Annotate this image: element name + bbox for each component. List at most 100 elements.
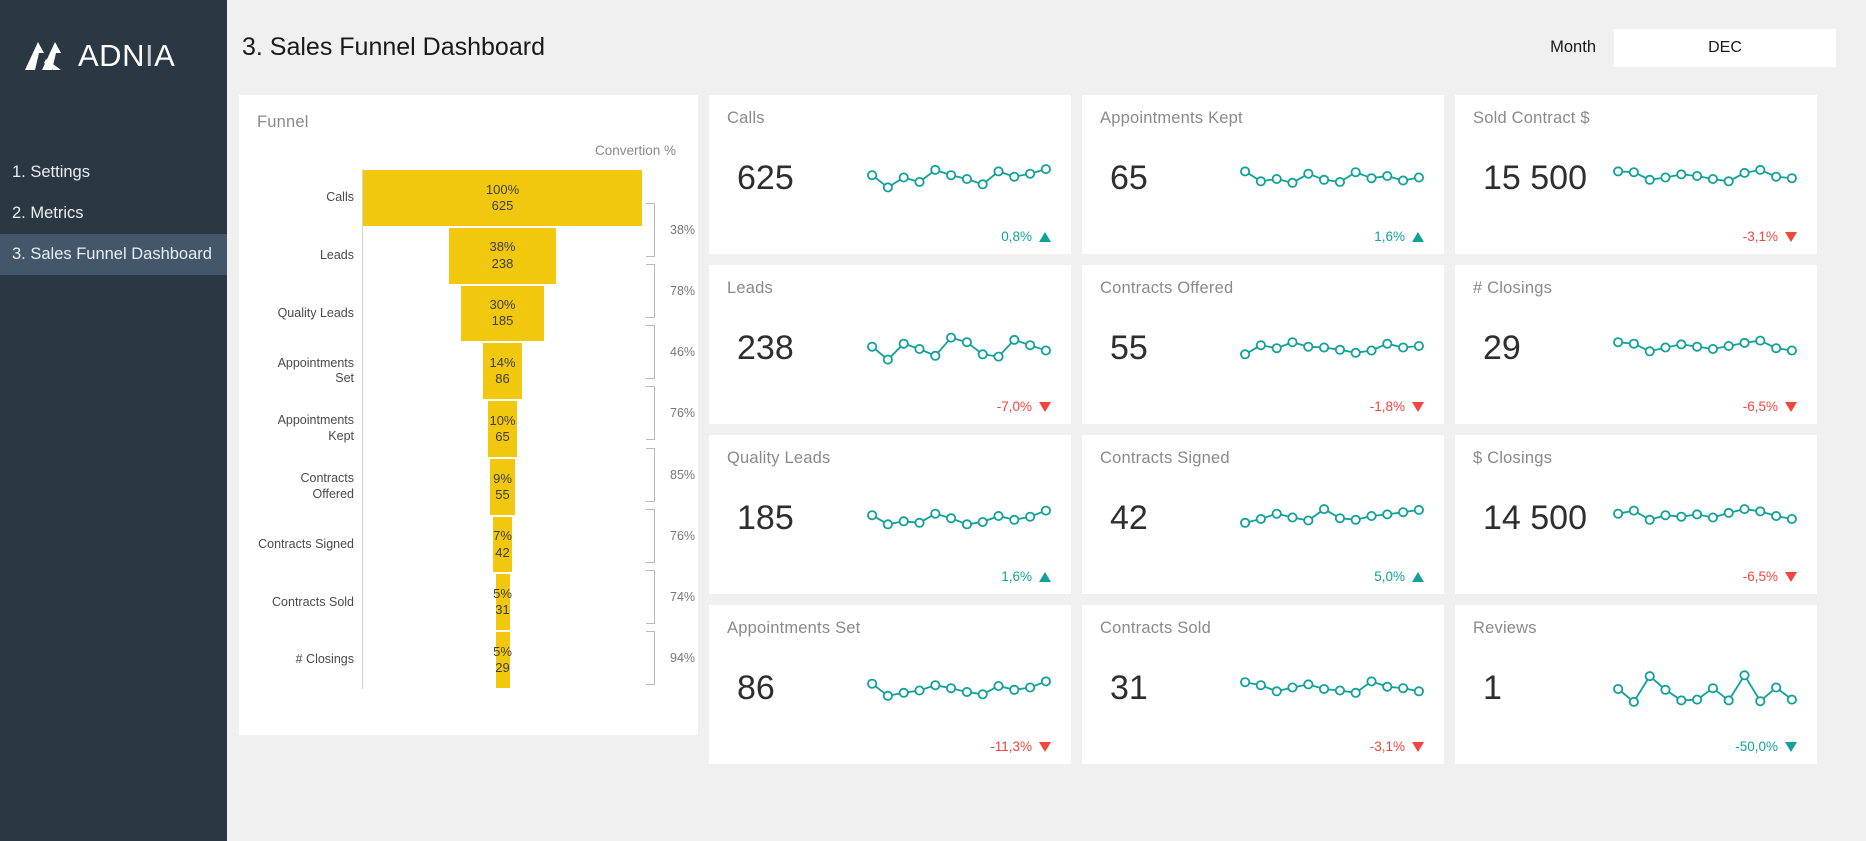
sidebar-item-label: 1. Settings	[12, 163, 90, 182]
month-filter: Month DEC	[1550, 29, 1836, 67]
conversion-value: 94%	[670, 651, 695, 665]
sidebar-item-sales-funnel-dashboard[interactable]: 3. Sales Funnel Dashboard	[0, 234, 227, 275]
funnel-bar-value: 238	[492, 256, 514, 272]
page-title: 3. Sales Funnel Dashboard	[242, 33, 545, 62]
funnel-bar-value: 55	[495, 487, 509, 503]
kpi-delta-row: -6,5%	[1473, 399, 1799, 414]
month-select[interactable]: DEC	[1614, 29, 1836, 67]
kpi-column-1: Calls6250,8%Leads238-7,0%Quality Leads18…	[709, 95, 1071, 764]
kpi-value: 625	[737, 159, 855, 198]
kpi-card-body: 625	[727, 128, 1053, 229]
kpi-delta-row: -6,5%	[1473, 569, 1799, 584]
funnel-label: Calls	[257, 169, 362, 227]
kpi-value: 238	[737, 329, 855, 368]
funnel-bar-value: 31	[495, 602, 509, 618]
triangle-up-icon	[1039, 572, 1051, 582]
funnel-label: Contracts Offered	[257, 458, 362, 516]
brand-part-3: A	[154, 38, 175, 73]
funnel-category-labels: CallsLeadsQuality LeadsAppointments SetA…	[257, 169, 362, 689]
kpi-card: Leads 238 -7,0%	[709, 265, 1071, 424]
funnel-bar: 10%65	[488, 401, 517, 457]
conversion-bracket-icon	[646, 509, 655, 563]
kpi-card-title: Leads	[727, 279, 1053, 298]
funnel-row: 100%625	[363, 169, 642, 227]
kpi-card-title: Appointments Set	[727, 619, 1053, 638]
kpi-card: Contracts Signed425,0%	[1082, 435, 1444, 594]
kpi-delta-value: -6,5%	[1743, 399, 1778, 414]
funnel-bar-percent: 5%	[493, 586, 512, 602]
funnel-bar: 38%238	[449, 228, 555, 284]
sidebar-nav: 1. Settings 2. Metrics 3. Sales Funnel D…	[0, 152, 227, 275]
funnel-bar-value: 625	[492, 198, 514, 214]
triangle-down-icon	[1039, 402, 1051, 412]
funnel-bar-percent: 30%	[489, 297, 515, 313]
funnel-row: 10%65	[363, 400, 642, 458]
funnel-label: Appointments Kept	[257, 400, 362, 458]
kpi-card-title: Quality Leads	[727, 449, 1053, 468]
conversion-slot: 85%	[642, 444, 717, 505]
triangle-up-icon	[1039, 232, 1051, 242]
funnel-bars: 100%62538%23830%18514%8610%659%557%425%3…	[362, 169, 642, 689]
conversion-slot: 46%	[642, 322, 717, 383]
kpi-delta-row: -50,0%	[1473, 739, 1799, 754]
dashboard-content: Funnel Convertion % CallsLeadsQuality Le…	[227, 95, 1866, 764]
conversion-value: 46%	[670, 345, 695, 359]
funnel-bar: 7%42	[493, 517, 512, 573]
kpi-delta-value: -3,1%	[1370, 739, 1405, 754]
triangle-down-icon	[1785, 402, 1797, 412]
kpi-card: $ Closings 14 500 -6,5%	[1455, 435, 1817, 594]
kpi-delta-value: -1,8%	[1370, 399, 1405, 414]
sidebar-item-settings[interactable]: 1. Settings	[0, 152, 227, 193]
kpi-value: 42	[1110, 499, 1228, 538]
triangle-down-icon	[1412, 742, 1424, 752]
funnel-bar-value: 86	[495, 371, 509, 387]
funnel-bar: 9%55	[490, 459, 515, 515]
kpi-delta-row: -1,8%	[1100, 399, 1426, 414]
triangle-down-icon	[1785, 232, 1797, 242]
funnel-bar: 14%86	[483, 343, 521, 399]
kpi-card-body: 29	[1473, 298, 1799, 399]
main-area: 3. Sales Funnel Dashboard Month DEC Funn…	[227, 0, 1866, 841]
kpi-delta-value: -7,0%	[997, 399, 1032, 414]
funnel-label: Quality Leads	[257, 285, 362, 343]
kpi-sparkline-chart	[1611, 153, 1799, 205]
funnel-bar-percent: 100%	[486, 182, 519, 198]
kpi-value: 14 500	[1483, 499, 1601, 538]
conversion-bracket-icon	[646, 448, 655, 502]
funnel-bar-value: 65	[495, 429, 509, 445]
kpi-card: Contracts Offered55-1,8%	[1082, 265, 1444, 424]
funnel-row: 5%29	[363, 631, 642, 689]
kpi-value: 185	[737, 499, 855, 538]
funnel-row: 7%42	[363, 516, 642, 574]
kpi-sparkline-chart	[865, 323, 1053, 375]
kpi-value: 86	[737, 669, 855, 708]
kpi-card-body: 185	[727, 468, 1053, 569]
kpi-card: Calls6250,8%	[709, 95, 1071, 254]
funnel-bar-value: 185	[492, 313, 514, 329]
funnel-bar-percent: 38%	[489, 239, 515, 255]
kpi-delta-row: 1,6%	[1100, 229, 1426, 244]
funnel-bar-percent: 10%	[489, 413, 515, 429]
conversion-slot: 76%	[642, 383, 717, 444]
kpi-card-title: Contracts Offered	[1100, 279, 1426, 298]
conversion-value: 78%	[670, 284, 695, 298]
sidebar-item-metrics[interactable]: 2. Metrics	[0, 193, 227, 234]
funnel-bar: 5%31	[496, 574, 510, 630]
triangle-up-icon	[1412, 572, 1424, 582]
kpi-sparkline-chart	[1238, 663, 1426, 715]
funnel-label: Contracts Sold	[257, 573, 362, 631]
kpi-value: 31	[1110, 669, 1228, 708]
funnel-label: Contracts Signed	[257, 516, 362, 574]
kpi-card-title: $ Closings	[1473, 449, 1799, 468]
funnel-bar-percent: 7%	[493, 528, 512, 544]
kpi-value: 1	[1483, 669, 1601, 708]
conversion-slot: 38%	[642, 199, 717, 260]
funnel-label: Leads	[257, 227, 362, 285]
kpi-delta-row: 1,6%	[727, 569, 1053, 584]
kpi-delta-row: 0,8%	[727, 229, 1053, 244]
conversion-value: 38%	[670, 223, 695, 237]
kpi-card-body: 55	[1100, 298, 1426, 399]
month-label: Month	[1550, 38, 1596, 57]
kpi-column-3: Sold Contract $15 500-3,1%# Closings29-6…	[1455, 95, 1817, 764]
kpi-card-title: Reviews	[1473, 619, 1799, 638]
